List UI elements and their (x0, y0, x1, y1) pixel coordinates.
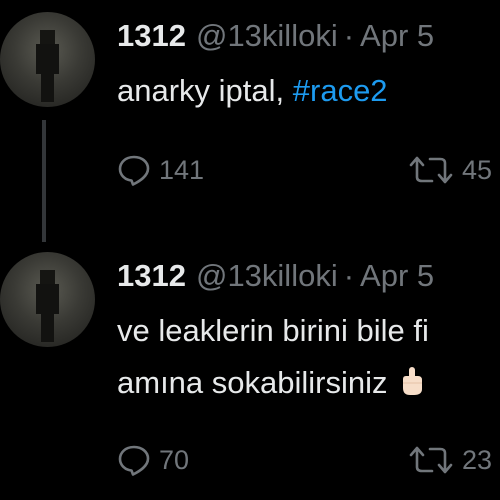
retweet-button[interactable]: 45 (408, 154, 492, 186)
avatar-figure-icon (36, 30, 59, 102)
tweet-text-line-2: amına sokabilirsiniz (117, 360, 426, 406)
separator: · (343, 18, 355, 53)
avatar[interactable] (0, 12, 95, 107)
retweet-icon (409, 156, 453, 184)
timestamp[interactable]: Apr 5 (360, 18, 434, 53)
display-name[interactable]: 1312 (117, 18, 186, 53)
retweet-icon (409, 446, 453, 474)
retweet-button[interactable]: 23 (408, 444, 492, 476)
reply-button[interactable]: 70 (117, 444, 189, 476)
display-name[interactable]: 1312 (117, 258, 186, 293)
reply-icon (118, 445, 150, 476)
user-handle[interactable]: @13killoki (196, 18, 338, 53)
tweet-text-line-2-content: amına sokabilirsiniz (117, 365, 388, 400)
reply-count: 70 (159, 444, 190, 475)
tweet-text-line-1: ve leaklerin birini bile fi (117, 308, 429, 354)
timestamp[interactable]: Apr 5 (360, 258, 434, 293)
avatar-figure-icon (36, 270, 59, 342)
tweet-text-plain: anarky iptal, (117, 73, 293, 108)
reply-icon (118, 155, 150, 186)
retweet-count: 23 (462, 444, 493, 475)
reply-button[interactable]: 141 (117, 154, 204, 186)
separator: · (343, 258, 355, 293)
hashtag-link[interactable]: #race2 (293, 73, 388, 108)
retweet-count: 45 (462, 154, 493, 185)
tweet-header: 1312 @13killoki · Apr 5 (117, 258, 434, 294)
tweet-text: anarky iptal, #race2 (117, 68, 388, 114)
avatar[interactable] (0, 252, 95, 347)
tweet-2[interactable]: 1312 @13killoki · Apr 5 ve leaklerin birini… (0, 250, 500, 500)
middle-finger-emoji-icon (402, 367, 422, 395)
user-handle[interactable]: @13killoki (196, 258, 338, 293)
tweet-header: 1312 @13killoki · Apr 5 (117, 18, 434, 54)
tweet-1[interactable]: 1312 @13killoki · Apr 5 anarky iptal, #race… (0, 0, 500, 250)
thread-line (42, 120, 46, 242)
tweet-text-line-1-content: ve leaklerin birini bile fi (117, 313, 429, 348)
reply-count: 141 (159, 154, 205, 185)
